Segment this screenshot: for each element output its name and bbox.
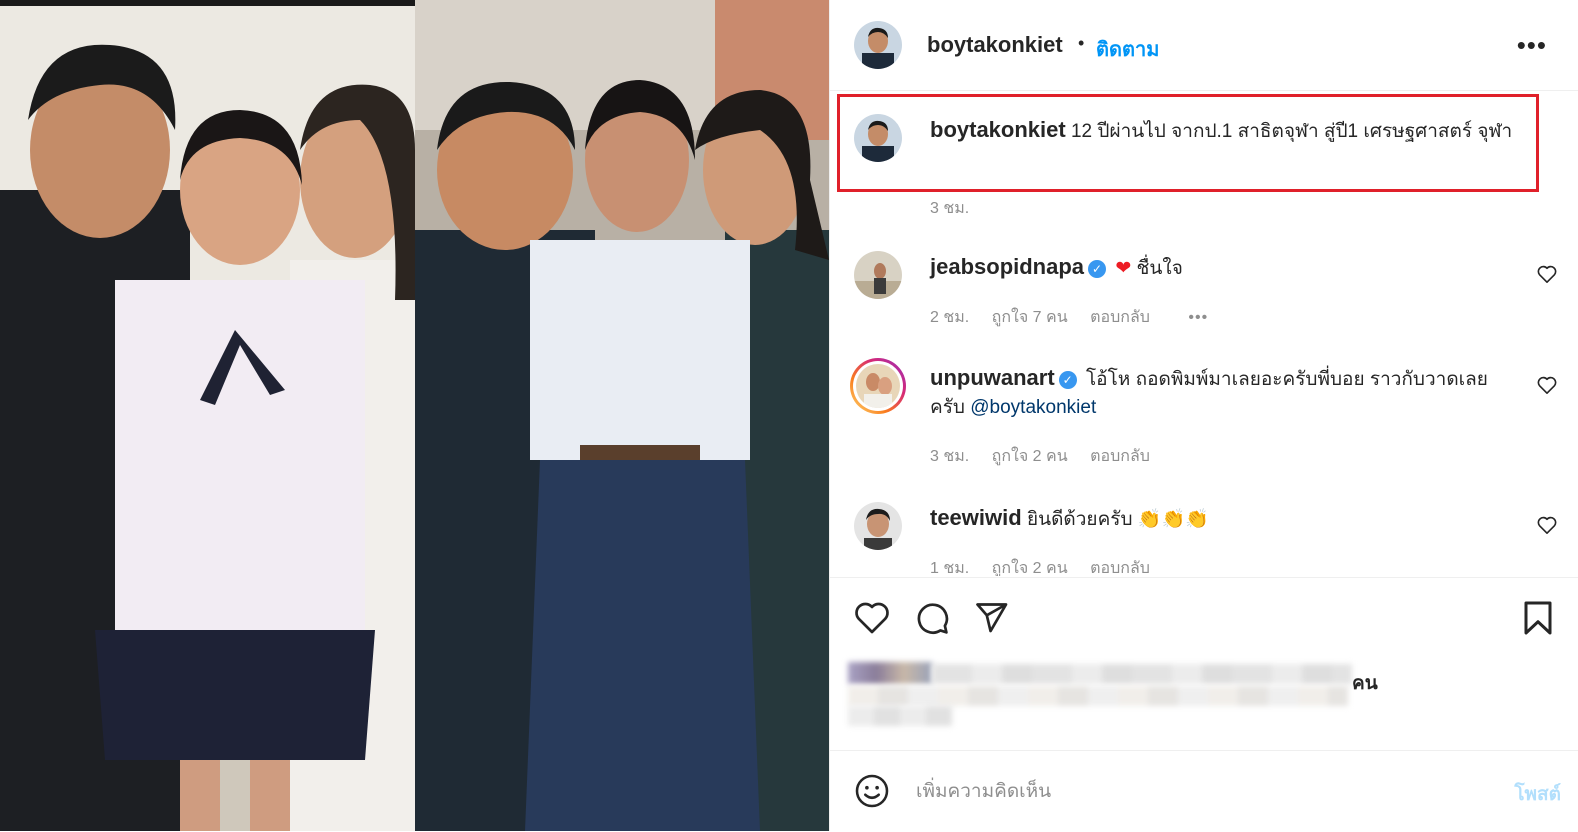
post-comment-button[interactable]: โพสต์ — [1514, 779, 1561, 809]
commenter-avatar — [856, 364, 900, 408]
comment-likes[interactable]: ถูกใจ 2 คน — [992, 560, 1068, 576]
comment-time: 1 ชม. — [930, 560, 970, 576]
comment-likes[interactable]: ถูกใจ 7 คน — [992, 309, 1068, 326]
comment-body: teewiwid ยินดีด้วยครับ 👏👏👏 — [930, 504, 1520, 534]
comment-more-icon[interactable]: ••• — [1188, 309, 1208, 326]
post-photo-left — [0, 0, 415, 831]
comment-body: unpuwanart ✓ โอ้โห ถอดพิมพ์มาเลยอะครับพี่… — [930, 364, 1520, 422]
comment-username[interactable]: jeabsopidnapa — [930, 254, 1084, 279]
caption-text-block: boytakonkiet 12 ปีผ่านไป จากป.1 สาธิตจุฬ… — [930, 116, 1520, 146]
mention-link[interactable]: @boytakonkiet — [970, 397, 1096, 418]
post-photo-right — [415, 0, 829, 831]
comment-like-heart-icon[interactable] — [1537, 265, 1557, 288]
reply-button[interactable]: ตอบกลับ — [1090, 448, 1150, 465]
reply-button[interactable]: ตอบกลับ — [1090, 309, 1150, 326]
clapping-emoji: 👏👏👏 — [1137, 509, 1209, 530]
commenter-avatar[interactable] — [854, 251, 902, 299]
commenter-avatar[interactable] — [854, 502, 902, 550]
comment-likes[interactable]: ถูกใจ 2 คน — [992, 448, 1068, 465]
comment-input[interactable] — [914, 775, 1458, 809]
actions-divider — [830, 577, 1578, 578]
comment-meta: 2 ชม. ถูกใจ 7 คน ตอบกลับ ••• — [930, 305, 1226, 330]
heart-icon[interactable] — [854, 600, 890, 639]
comment-item: jeabsopidnapa ✓ ❤ ชื่นใจ 2 ชม. ถูกใจ 7 คน… — [830, 245, 1578, 340]
likes-summary[interactable]: คน — [848, 662, 1408, 728]
comment-meta: 1 ชม. ถูกใจ 2 คน ตอบกลับ — [930, 556, 1168, 576]
caption-avatar[interactable] — [854, 114, 902, 162]
comment-text: ชื่นใจ — [1136, 258, 1183, 279]
comment-like-heart-icon[interactable] — [1537, 516, 1557, 539]
likes-blurred-text — [932, 664, 1352, 684]
caption-text: 12 ปีผ่านไป จากป.1 สาธิตจุฬา สู่ปี1 เศรษ… — [1070, 121, 1513, 142]
follow-button[interactable]: ติดตาม — [1096, 33, 1159, 65]
comment-meta: 3 ชม. ถูกใจ 2 คน ตอบกลับ — [930, 444, 1168, 469]
comment-like-heart-icon[interactable] — [1537, 376, 1557, 399]
more-options-icon[interactable]: ••• — [1517, 30, 1547, 61]
comment-username[interactable]: teewiwid — [930, 505, 1022, 530]
likes-blurred-text-3 — [848, 706, 952, 726]
caption-username[interactable]: boytakonkiet — [930, 117, 1066, 142]
paper-plane-icon[interactable] — [973, 600, 1009, 641]
comment-time: 3 ชม. — [930, 448, 970, 465]
post-header: boytakonkiet • ติดตาม ••• — [830, 0, 1578, 90]
verified-badge-icon: ✓ — [1058, 370, 1077, 389]
post-detail-panel: boytakonkiet • ติดตาม ••• boytakonkiet 1… — [829, 0, 1578, 831]
comment-time: 2 ชม. — [930, 309, 970, 326]
add-comment-bar: โพสต์ — [830, 750, 1578, 832]
comment-body: jeabsopidnapa ✓ ❤ ชื่นใจ — [930, 253, 1520, 283]
header-separator: • — [1078, 33, 1085, 53]
reply-button[interactable]: ตอบกลับ — [1090, 560, 1150, 576]
header-divider — [830, 90, 1578, 91]
caption-time: 3 ชม. — [930, 200, 970, 217]
smiley-icon[interactable] — [854, 773, 890, 814]
red-heart-emoji: ❤ — [1115, 258, 1132, 279]
verified-badge-icon: ✓ — [1088, 259, 1107, 278]
comment-item: teewiwid ยินดีด้วยครับ 👏👏👏 1 ชม. ถูกใจ 2… — [830, 496, 1578, 576]
comment-item: unpuwanart ✓ โอ้โห ถอดพิมพ์มาเลยอะครับพี่… — [830, 356, 1578, 476]
comment-username[interactable]: unpuwanart — [930, 365, 1055, 390]
commenter-avatar-story-ring[interactable] — [850, 358, 906, 414]
comment-bubble-icon[interactable] — [914, 600, 950, 641]
likes-suffix: คน — [1352, 673, 1378, 694]
liker-avatars — [848, 662, 932, 684]
likes-blurred-text-2 — [848, 686, 1348, 706]
author-avatar[interactable] — [854, 21, 902, 69]
bookmark-icon[interactable] — [1521, 600, 1555, 641]
author-username[interactable]: boytakonkiet — [927, 32, 1063, 58]
comment-text: ยินดีด้วยครับ — [1026, 509, 1133, 530]
